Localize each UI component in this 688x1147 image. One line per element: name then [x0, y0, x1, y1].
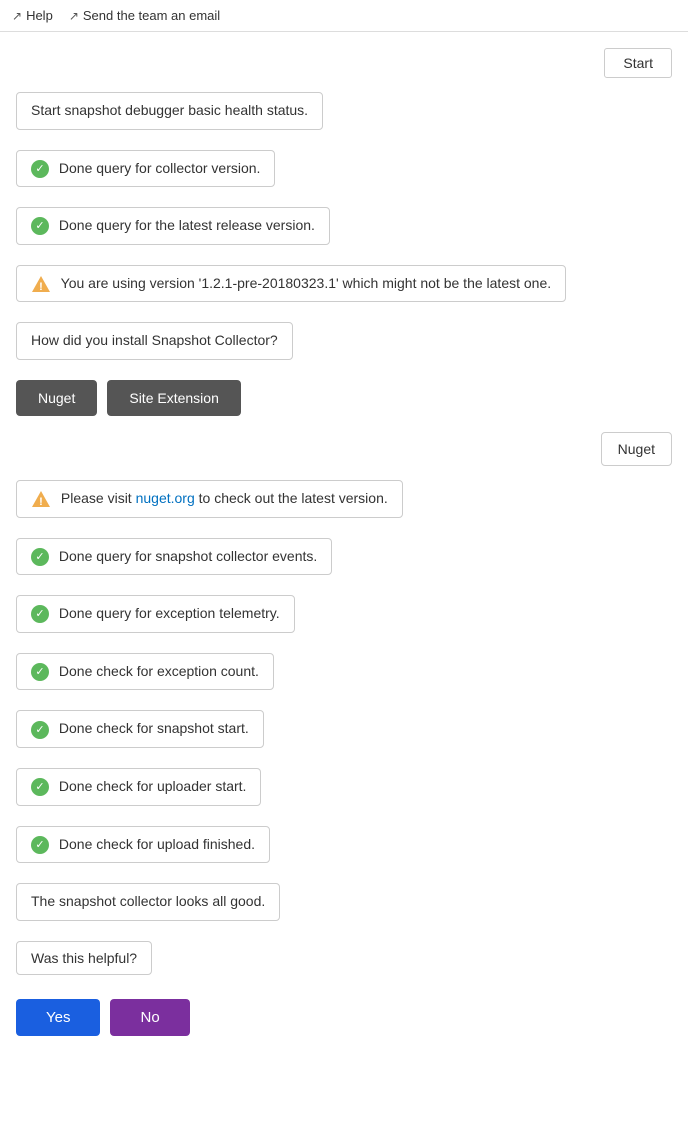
- check-icon-1: ✓: [31, 160, 49, 178]
- msg-install-question: How did you install Snapshot Collector?: [16, 322, 672, 370]
- warn-triangle-1: !: [31, 275, 51, 293]
- msg-done-collector-version: ✓ Done query for collector version.: [16, 150, 672, 198]
- check-icon-3: ✓: [31, 548, 49, 566]
- svg-text:!: !: [39, 496, 43, 508]
- install-buttons-row: Nuget Site Extension: [16, 380, 672, 416]
- external-link-icon-2: ↗: [69, 9, 79, 23]
- help-label: Help: [26, 8, 53, 23]
- check-icon-5: ✓: [31, 663, 49, 681]
- done-collector-events-box: ✓ Done query for snapshot collector even…: [16, 538, 332, 576]
- looks-good-box: The snapshot collector looks all good.: [16, 883, 280, 921]
- external-link-icon: ↗: [12, 9, 22, 23]
- check-icon-8: ✓: [31, 836, 49, 854]
- start-snapshot-box: Start snapshot debugger basic health sta…: [16, 92, 323, 130]
- done-exception-telemetry-box: ✓ Done query for exception telemetry.: [16, 595, 295, 633]
- help-link[interactable]: ↗ Help: [12, 8, 53, 23]
- msg-done-exception-telemetry: ✓ Done query for exception telemetry.: [16, 595, 672, 643]
- no-button[interactable]: No: [110, 999, 189, 1036]
- main-content: Start Start snapshot debugger basic heal…: [0, 32, 688, 1066]
- msg-looks-good: The snapshot collector looks all good.: [16, 883, 672, 931]
- start-btn-row: Start: [16, 48, 672, 78]
- msg-start-snapshot: Start snapshot debugger basic health sta…: [16, 92, 672, 140]
- check-icon-7: ✓: [31, 778, 49, 796]
- check-icon-6: ✓: [31, 721, 49, 739]
- email-link[interactable]: ↗ Send the team an email: [69, 8, 220, 23]
- warn-triangle-2: !: [31, 490, 51, 508]
- helpful-buttons-row: Yes No: [16, 999, 672, 1036]
- msg-done-collector-events: ✓ Done query for snapshot collector even…: [16, 538, 672, 586]
- top-bar: ↗ Help ↗ Send the team an email: [0, 0, 688, 32]
- nuget-button[interactable]: Nuget: [16, 380, 97, 416]
- done-snapshot-start-box: ✓ Done check for snapshot start.: [16, 710, 264, 748]
- msg-done-upload-finished: ✓ Done check for upload finished.: [16, 826, 672, 874]
- site-extension-button[interactable]: Site Extension: [107, 380, 241, 416]
- done-uploader-start-text: Done check for uploader start.: [59, 778, 247, 794]
- svg-text:!: !: [39, 281, 43, 293]
- visit-nuget-suffix: to check out the latest version.: [195, 490, 388, 506]
- visit-nuget-prefix: Please visit: [61, 490, 136, 506]
- start-button[interactable]: Start: [604, 48, 672, 78]
- msg-done-exception-count: ✓ Done check for exception count.: [16, 653, 672, 701]
- done-exception-count-box: ✓ Done check for exception count.: [16, 653, 274, 691]
- done-exception-telemetry-text: Done query for exception telemetry.: [59, 605, 280, 621]
- install-question-box: How did you install Snapshot Collector?: [16, 322, 293, 360]
- done-collector-version-box: ✓ Done query for collector version.: [16, 150, 275, 188]
- msg-done-latest-release: ✓ Done query for the latest release vers…: [16, 207, 672, 255]
- email-label: Send the team an email: [83, 8, 220, 23]
- done-uploader-start-box: ✓ Done check for uploader start.: [16, 768, 261, 806]
- nuget-response-row: Nuget: [16, 432, 672, 466]
- nuget-link[interactable]: nuget.org: [136, 490, 195, 506]
- version-warning-text: You are using version '1.2.1-pre-2018032…: [61, 275, 552, 291]
- helpful-box: Was this helpful?: [16, 941, 152, 975]
- done-exception-count-text: Done check for exception count.: [59, 663, 259, 679]
- done-collector-version-text: Done query for collector version.: [59, 160, 261, 176]
- msg-done-uploader-start: ✓ Done check for uploader start.: [16, 768, 672, 816]
- done-latest-release-box: ✓ Done query for the latest release vers…: [16, 207, 330, 245]
- msg-version-warning: ! You are using version '1.2.1-pre-20180…: [16, 265, 672, 313]
- done-snapshot-start-text: Done check for snapshot start.: [59, 720, 249, 736]
- done-upload-finished-text: Done check for upload finished.: [59, 836, 255, 852]
- check-icon-2: ✓: [31, 217, 49, 235]
- nuget-response-box: Nuget: [601, 432, 672, 466]
- msg-done-snapshot-start: ✓ Done check for snapshot start.: [16, 710, 672, 758]
- done-latest-release-text: Done query for the latest release versio…: [59, 217, 315, 233]
- yes-button[interactable]: Yes: [16, 999, 100, 1036]
- done-upload-finished-box: ✓ Done check for upload finished.: [16, 826, 270, 864]
- done-collector-events-text: Done query for snapshot collector events…: [59, 548, 317, 564]
- visit-nuget-box: ! Please visit nuget.org to check out th…: [16, 480, 403, 518]
- msg-was-helpful: Was this helpful?: [16, 941, 672, 989]
- version-warning-box: ! You are using version '1.2.1-pre-20180…: [16, 265, 566, 303]
- check-icon-4: ✓: [31, 605, 49, 623]
- msg-visit-nuget: ! Please visit nuget.org to check out th…: [16, 480, 672, 528]
